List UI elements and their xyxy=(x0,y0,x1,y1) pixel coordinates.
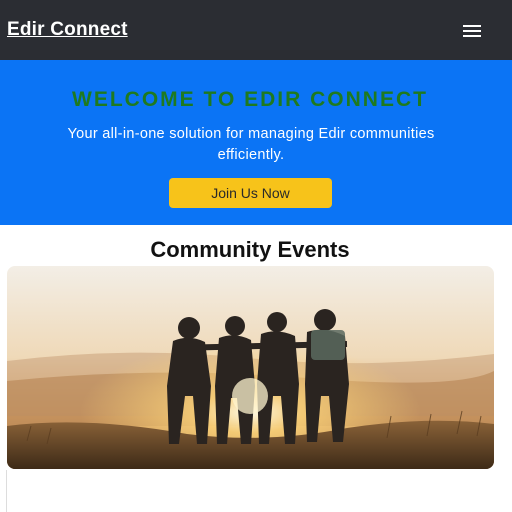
brand-link[interactable]: Edir Connect xyxy=(7,19,128,41)
hero-section: WELCOME TO EDIR CONNECT Your all-in-one … xyxy=(0,60,512,225)
navbar: Edir Connect xyxy=(0,0,512,60)
hero-subtitle: Your all-in-one solution for managing Ed… xyxy=(67,126,435,163)
hero-title: WELCOME TO EDIR CONNECT xyxy=(72,88,428,111)
content-divider xyxy=(6,470,7,512)
event-image xyxy=(7,266,494,469)
hamburger-menu-icon[interactable] xyxy=(456,20,488,42)
events-section-title: Community Events xyxy=(150,237,350,262)
join-us-button[interactable]: Join Us Now xyxy=(169,178,332,208)
